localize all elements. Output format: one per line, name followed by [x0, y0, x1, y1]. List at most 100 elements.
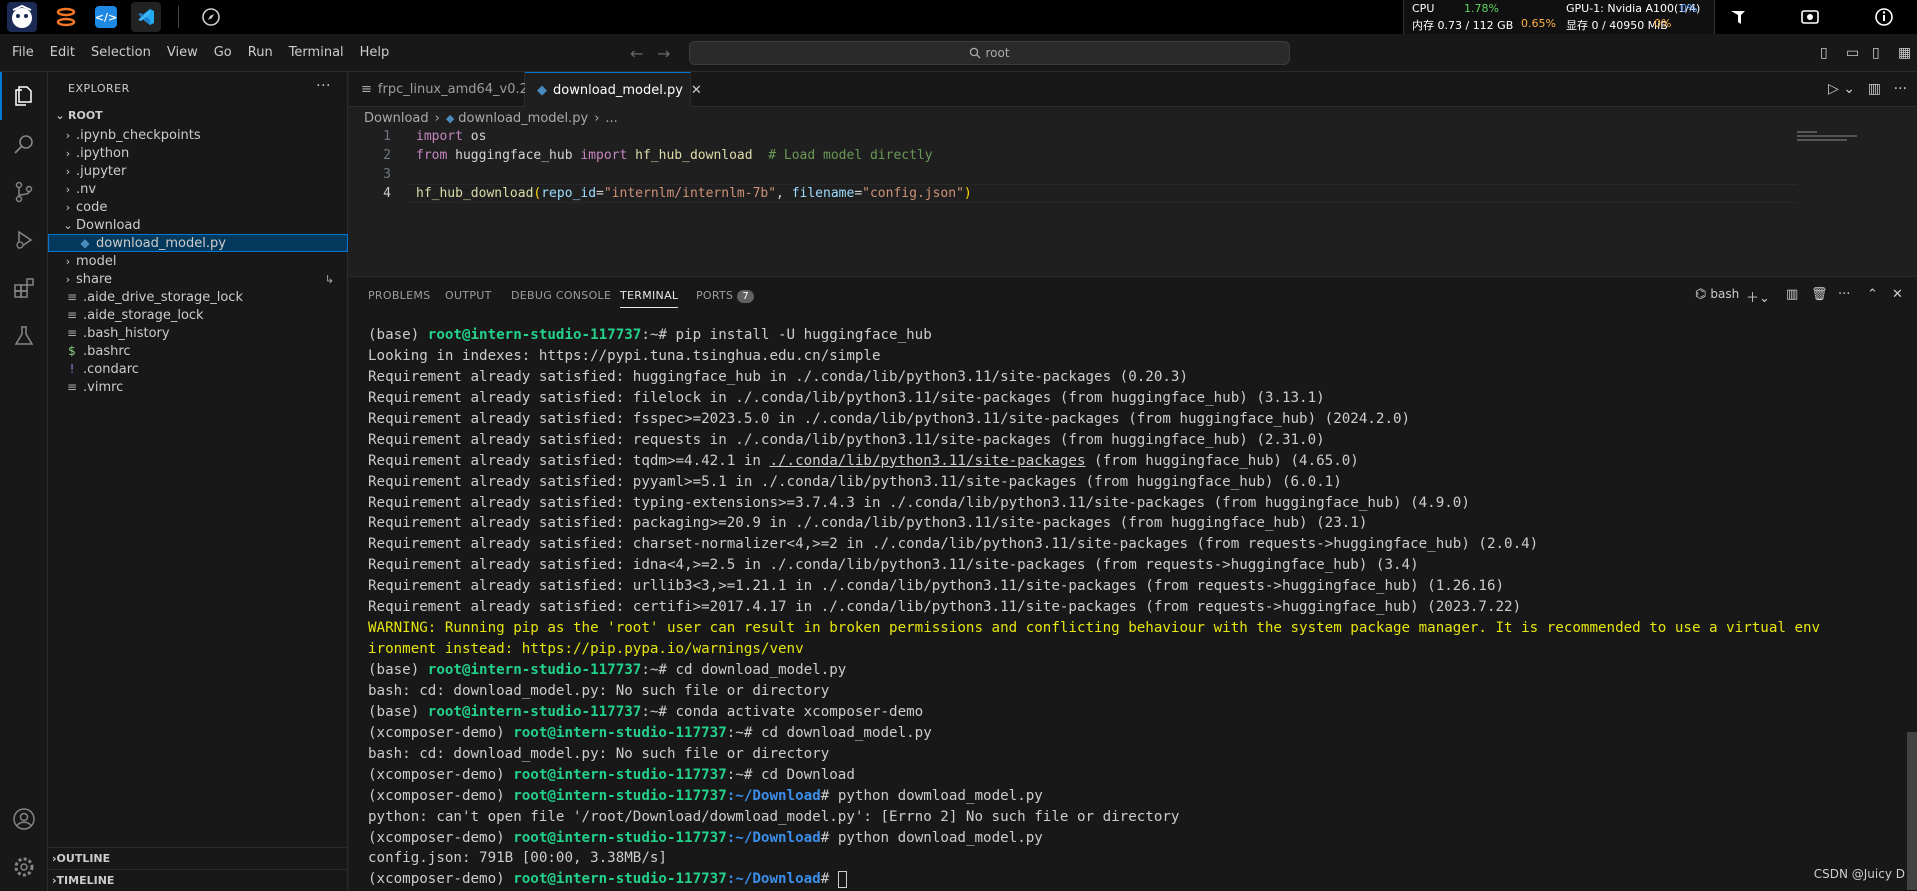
chevron-right-icon: › [594, 110, 600, 126]
tab-problems[interactable]: PROBLEMS [368, 289, 430, 302]
menu-go[interactable]: Go [206, 45, 240, 60]
file-lines-icon: ≡ [66, 326, 78, 340]
new-terminal-icon[interactable]: ＋⌄ [1746, 287, 1770, 306]
menu-file[interactable]: File [4, 45, 42, 60]
terminal-scrollbar[interactable] [1907, 732, 1917, 890]
toggle-secondary-sidebar-icon[interactable]: ▯ [1872, 45, 1880, 61]
vscode-icon[interactable] [131, 2, 161, 32]
tree-item-label: .ipython [76, 145, 130, 161]
tree-item[interactable]: ≡ .aide_drive_storage_lock [48, 288, 348, 306]
tree-item-label: .aide_drive_storage_lock [83, 289, 243, 305]
extensions-icon[interactable] [0, 264, 48, 312]
terminal-output[interactable]: (base) root@intern-studio-117737:~# pip … [368, 325, 1908, 890]
compass-icon[interactable] [196, 2, 226, 32]
breadcrumb: Download › ◆ download_model.py › ... [349, 107, 1917, 129]
minimap[interactable] [1797, 129, 1867, 141]
tree-item[interactable]: ⌄ Download [48, 216, 348, 234]
outline-section[interactable]: › OUTLINE [48, 847, 348, 869]
terminal-line: config.json: 791B [00:00, 3.38MB/s] [368, 850, 667, 867]
code-editor[interactable]: 1 2 3 4 import os from huggingface_hub i… [349, 129, 1917, 276]
tree-item[interactable]: ◆ download_model.py [48, 234, 348, 252]
account-icon[interactable] [0, 795, 48, 843]
tree-item[interactable]: $ .bashrc [48, 342, 348, 360]
breadcrumb-tail[interactable]: ... [605, 111, 617, 126]
search-icon[interactable] [0, 120, 48, 168]
customize-layout-icon[interactable]: ▦ [1898, 45, 1911, 61]
run-file-icon[interactable]: ▷ ⌄ [1828, 81, 1855, 97]
tree-item[interactable]: › code [48, 198, 348, 216]
menu-edit[interactable]: Edit [42, 45, 83, 60]
tree-item[interactable]: › .ipynb_checkpoints [48, 126, 348, 144]
tab-label: frpc_linux_amd64_v0.2 [377, 82, 528, 97]
tab-debug-console[interactable]: DEBUG CONSOLE [511, 289, 611, 302]
testing-flask-icon[interactable] [0, 312, 48, 360]
tree-item-label: Download [76, 217, 141, 233]
forward-arrow-icon[interactable]: → [657, 44, 670, 63]
breadcrumb-file[interactable]: download_model.py [458, 111, 588, 126]
tab-ports[interactable]: PORTS 7 [696, 289, 755, 303]
tool-icon[interactable] [1720, 0, 1756, 34]
tree-item[interactable]: ! .condarc [48, 360, 348, 378]
source-control-icon[interactable] [0, 168, 48, 216]
terminal-line: Requirement already satisfied: idna<4,>=… [368, 557, 1419, 574]
terminal-link[interactable]: ./.conda/lib/python3.11/site-packages [769, 453, 1085, 469]
tree-item[interactable]: ≡ .aide_storage_lock [48, 306, 348, 324]
settings-gear-icon[interactable] [0, 843, 48, 891]
chevron-down-icon: ⌄ [63, 218, 73, 232]
run-debug-icon[interactable] [0, 216, 48, 264]
back-arrow-icon[interactable]: ← [630, 44, 643, 63]
tree-item[interactable]: › .nv [48, 180, 348, 198]
timeline-section[interactable]: › TIMELINE [48, 869, 348, 891]
menu-selection[interactable]: Selection [83, 45, 159, 60]
tree-item[interactable]: › share ↳ [48, 270, 348, 288]
toggle-panel-icon[interactable]: ▭ [1846, 45, 1859, 61]
file-lines-icon: ≡ [66, 308, 78, 322]
tree-item[interactable]: ≡ .vimrc [48, 378, 348, 396]
code-comment: # Load model directly [768, 148, 933, 163]
maximize-panel-icon[interactable]: ⌃ [1867, 287, 1878, 302]
tab-output[interactable]: OUTPUT [445, 289, 492, 302]
mascot-app-icon[interactable] [7, 2, 37, 32]
vram-label: 显存 0 / 40950 MiB [1566, 19, 1668, 32]
file-lines-icon: ≡ [66, 290, 78, 304]
jupyter-icon[interactable] [51, 2, 81, 32]
menu-view[interactable]: View [159, 45, 206, 60]
terminal-shell-selector[interactable]: ⌬ bash [1695, 287, 1739, 302]
command-center-search[interactable]: root [689, 41, 1290, 65]
menu-run[interactable]: Run [240, 45, 281, 60]
screenshot-icon[interactable] [1792, 0, 1828, 34]
terminal-line: (xcomposer-demo) root@intern-studio-1177… [368, 724, 932, 741]
explorer-icon[interactable] [0, 72, 48, 120]
more-actions-icon[interactable]: ··· [1838, 287, 1850, 302]
tree-item[interactable]: › .jupyter [48, 162, 348, 180]
tree-item[interactable]: ≡ .bash_history [48, 324, 348, 342]
toggle-sidebar-icon[interactable]: ▯ [1820, 45, 1828, 61]
info-icon[interactable] [1866, 0, 1902, 34]
chevron-right-icon: › [65, 182, 71, 196]
split-terminal-icon[interactable]: ▥ [1786, 287, 1798, 302]
tab-frpc[interactable]: ≡ frpc_linux_amd64_v0.2 [349, 72, 528, 107]
explorer-sidebar: EXPLORER ··· ⌄ ROOT › .ipynb_checkpoints ›… [48, 72, 348, 891]
system-bar: </> CPU 1.78% 内存 0.73 / 112 GB 0.65% GPU… [0, 0, 1917, 34]
close-panel-icon[interactable]: ✕ [1892, 287, 1903, 302]
terminal-line: bash: cd: download_model.py: No such fil… [368, 682, 830, 699]
root-folder[interactable]: ⌄ ROOT [48, 104, 348, 126]
tree-item[interactable]: › model [48, 252, 348, 270]
breadcrumb-folder[interactable]: Download [364, 111, 429, 126]
menu-terminal[interactable]: Terminal [281, 45, 352, 60]
tab-download-model[interactable]: ◆ download_model.py ✕ [525, 72, 702, 107]
code-editor-icon[interactable]: </> [95, 6, 117, 28]
menu-help[interactable]: Help [352, 45, 398, 60]
trash-icon[interactable]: 🗑 [1811, 287, 1828, 302]
string-literal: "config.json" [862, 186, 964, 201]
terminal-line: Requirement already satisfied: urllib3<3… [368, 578, 1505, 595]
terminal-line: Requirement already satisfied: charset-n… [368, 536, 1539, 553]
more-actions-icon[interactable]: ··· [1894, 81, 1907, 97]
close-icon[interactable]: ✕ [691, 83, 702, 98]
split-editor-icon[interactable]: ▥ [1868, 81, 1881, 97]
more-actions-icon[interactable]: ··· [316, 78, 331, 94]
terminal-cursor [837, 870, 847, 888]
tree-item[interactable]: › .ipython [48, 144, 348, 162]
tab-terminal[interactable]: TERMINAL [620, 289, 679, 308]
tree-item-label: .ipynb_checkpoints [76, 127, 201, 143]
